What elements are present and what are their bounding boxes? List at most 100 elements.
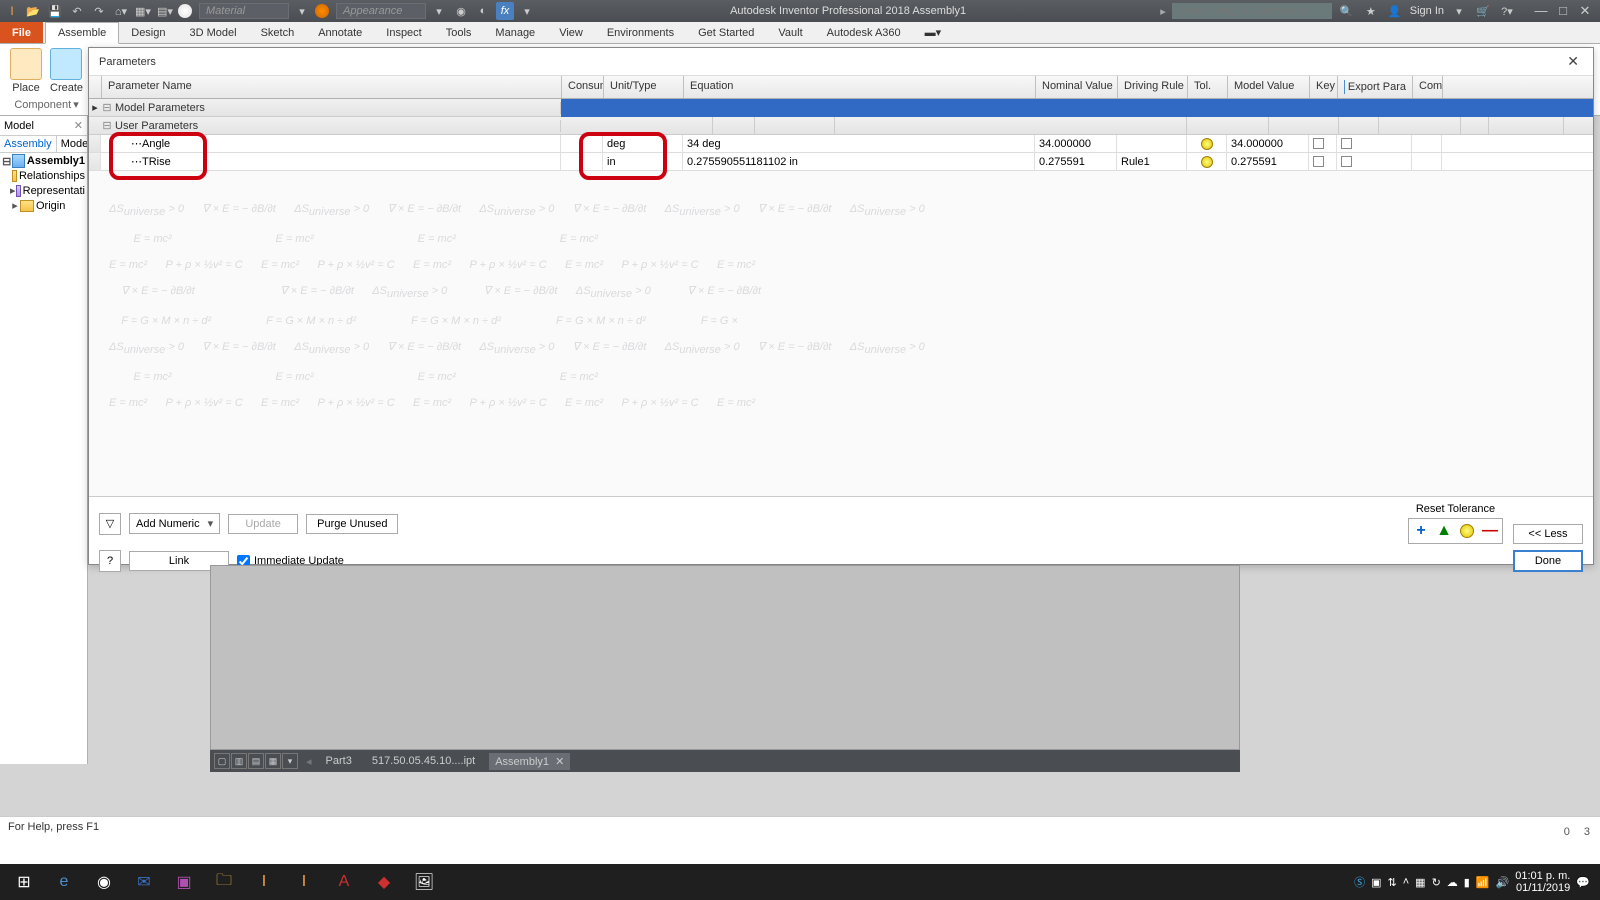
tab-tools[interactable]: Tools	[434, 22, 484, 43]
redo-icon[interactable]: ↷	[90, 2, 108, 20]
file-tab[interactable]: File	[0, 22, 43, 43]
browser-node[interactable]: ▸Representati	[0, 183, 87, 198]
tab-3dmodel[interactable]: 3D Model	[178, 22, 249, 43]
graphics-area[interactable]	[210, 565, 1240, 750]
volume-icon[interactable]: 🔊	[1496, 876, 1510, 889]
tab-assemble[interactable]: Assemble	[45, 22, 119, 44]
tab-a360[interactable]: Autodesk A360	[815, 22, 913, 43]
skype-tray-icon[interactable]: Ⓢ	[1354, 874, 1365, 890]
close-button[interactable]: ✕	[1574, 3, 1596, 19]
tray-icon[interactable]: ⇅	[1388, 876, 1397, 889]
material-combo[interactable]: Material	[199, 3, 289, 19]
tab-manage[interactable]: Manage	[483, 22, 547, 43]
inventor2-icon[interactable]: I	[284, 866, 324, 898]
param-row[interactable]: ⋯ TRise in 0.275590551181102 in 0.275591…	[89, 153, 1593, 171]
tab-vault[interactable]: Vault	[766, 22, 814, 43]
viewport-4-icon[interactable]: ▦	[265, 753, 281, 769]
close-panel-icon[interactable]: ✕	[74, 119, 83, 132]
save-icon[interactable]: 💾	[46, 2, 64, 20]
export-checkbox[interactable]	[1341, 156, 1352, 167]
tol-minus-icon[interactable]: —	[1480, 521, 1500, 541]
photos-icon[interactable]: 🖼	[404, 866, 444, 898]
star-icon[interactable]: ★	[1362, 2, 1380, 20]
qa2-icon[interactable]: ◐	[474, 2, 492, 20]
purge-button[interactable]: Purge Unused	[306, 514, 398, 534]
layers-icon[interactable]: ▤▾	[156, 2, 174, 20]
inventor-icon[interactable]: I	[244, 866, 284, 898]
open-icon[interactable]: 📂	[24, 2, 42, 20]
param-group-user[interactable]: ⊟ User Parameters	[89, 117, 1593, 135]
restore-button[interactable]: □	[1552, 3, 1574, 19]
chevron-down-icon[interactable]: ▾	[73, 98, 79, 111]
home-icon[interactable]: ⌂▾	[112, 2, 130, 20]
search-input[interactable]	[1172, 3, 1332, 19]
tab-annotate[interactable]: Annotate	[306, 22, 374, 43]
explorer-icon[interactable]: 🗀	[204, 866, 244, 898]
fx-icon[interactable]: fx	[496, 2, 514, 20]
browser-tab-assembly[interactable]: Assembly	[0, 136, 57, 152]
place-button[interactable]	[10, 48, 42, 80]
viewport-more-icon[interactable]: ▾	[282, 753, 298, 769]
export-checkbox[interactable]	[1341, 138, 1352, 149]
create-button[interactable]	[50, 48, 82, 80]
tab-design[interactable]: Design	[119, 22, 177, 43]
tray-icon[interactable]: ▦	[1415, 876, 1425, 889]
tray-icon[interactable]: ▣	[1371, 876, 1381, 889]
app-icon[interactable]: ◆	[364, 866, 404, 898]
key-checkbox[interactable]	[1313, 156, 1324, 167]
browser-tab-model[interactable]: Model	[57, 136, 88, 152]
browser-node[interactable]: Relationships	[0, 169, 87, 183]
start-button[interactable]: ⊞	[4, 866, 44, 898]
taskbar-clock[interactable]: 01:01 p. m. 01/11/2019	[1515, 870, 1570, 894]
tol-up-icon[interactable]: ▲	[1434, 521, 1454, 541]
min-button[interactable]: —	[1530, 3, 1552, 19]
param-row[interactable]: ⋯ Angle deg 34 deg 34.000000 34.000000	[89, 135, 1593, 153]
browser-node[interactable]: ▸Origin	[0, 198, 87, 213]
search-go-icon[interactable]: 🔍	[1338, 2, 1356, 20]
cart-icon[interactable]: 🛒	[1474, 2, 1492, 20]
tab-inspect[interactable]: Inspect	[374, 22, 433, 43]
dialog-close-icon[interactable]: ✕	[1563, 53, 1583, 70]
onenote-icon[interactable]: ▣	[164, 866, 204, 898]
chrome-icon[interactable]: ◉	[84, 866, 124, 898]
less-button[interactable]: << Less	[1513, 524, 1583, 544]
viewport-2v-icon[interactable]: ▤	[248, 753, 264, 769]
wifi-icon[interactable]: 📶	[1476, 876, 1490, 889]
browser-root[interactable]: ⊟Assembly1	[0, 153, 87, 169]
param-group-model[interactable]: ▸⊟ Model Parameters	[89, 99, 1593, 117]
tab-environments[interactable]: Environments	[595, 22, 686, 43]
tab-extra[interactable]: ▬▾	[913, 22, 954, 43]
tray-icon[interactable]: ☁	[1447, 876, 1458, 889]
appearance-combo[interactable]: Appearance	[336, 3, 426, 19]
viewport-2h-icon[interactable]: ▥	[231, 753, 247, 769]
notifications-icon[interactable]: 💬	[1576, 876, 1590, 889]
help-icon[interactable]: ?▾	[1498, 2, 1516, 20]
add-numeric-button[interactable]: Add Numeric	[129, 513, 220, 534]
battery-icon[interactable]: ▮	[1464, 876, 1470, 889]
viewport-single-icon[interactable]: ▢	[214, 753, 230, 769]
select-icon[interactable]: ▦▾	[134, 2, 152, 20]
tab-getstarted[interactable]: Get Started	[686, 22, 766, 43]
qa1-icon[interactable]: ◉	[452, 2, 470, 20]
qa-more-icon[interactable]: ▾	[518, 2, 536, 20]
doc-tab-assembly[interactable]: Assembly1 ✕	[489, 753, 570, 770]
tol-plus-icon[interactable]: +	[1411, 521, 1431, 541]
tab-sketch[interactable]: Sketch	[249, 22, 307, 43]
tolerance-buttons[interactable]: + ▲ —	[1408, 518, 1503, 544]
autocad-icon[interactable]: A	[324, 866, 364, 898]
user-icon[interactable]: 👤	[1386, 2, 1404, 20]
undo-icon[interactable]: ↶	[68, 2, 86, 20]
material-swatch-icon[interactable]	[178, 4, 192, 18]
filter-button[interactable]: ▽	[99, 513, 121, 535]
edge-icon[interactable]: e	[44, 866, 84, 898]
key-checkbox[interactable]	[1313, 138, 1324, 149]
doc-tab-part3[interactable]: Part3	[320, 753, 358, 769]
tol-nominal-icon[interactable]	[1457, 521, 1477, 541]
doc-tab-ipt[interactable]: 517.50.05.45.10....ipt	[366, 753, 481, 769]
done-button[interactable]: Done	[1513, 550, 1583, 572]
tab-view[interactable]: View	[547, 22, 595, 43]
info-button[interactable]: ?	[99, 550, 121, 572]
tray-icon[interactable]: ↻	[1432, 876, 1441, 889]
signin-link[interactable]: Sign In	[1410, 5, 1444, 17]
outlook-icon[interactable]: ✉	[124, 866, 164, 898]
